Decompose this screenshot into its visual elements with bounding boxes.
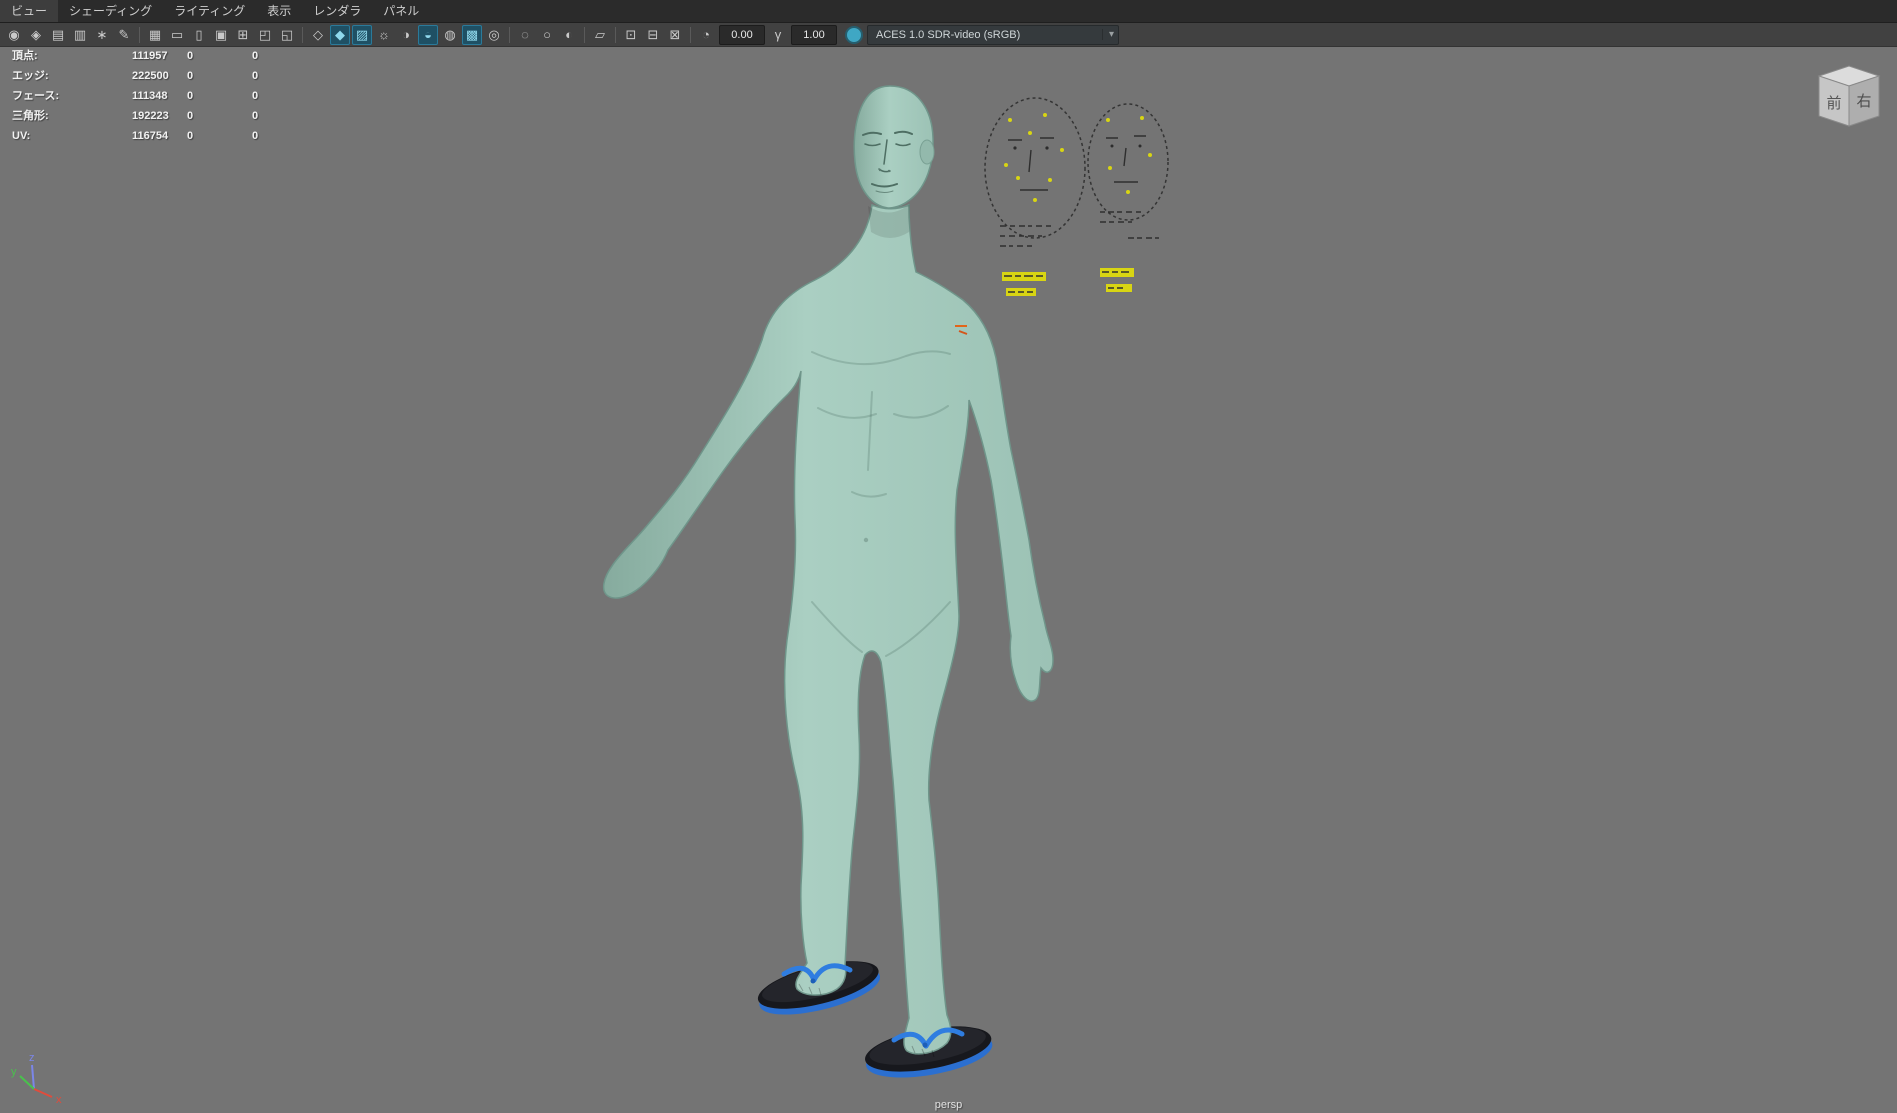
hud-label: UV: [12,130,132,143]
lock-camera-icon[interactable]: ◈ [26,25,46,45]
view-cube[interactable]: 前 右 [1797,58,1893,142]
hud-total: 111957 [132,50,187,63]
shaded-icon[interactable]: ◆ [330,25,350,45]
hud-col1: 0 [187,50,252,63]
axis-gizmo: z y x [8,1049,78,1105]
hud-col1: 0 [187,110,252,123]
color-management-icon[interactable] [845,26,863,44]
chevron-down-icon: ▾ [1102,29,1114,40]
model-head [854,86,934,208]
view-cube-right-label: 右 [1856,93,1871,110]
hud-label: 三角形: [12,110,132,123]
face-wireframe-chart-1 [985,98,1085,296]
exposure-icon[interactable]: ◔ [696,25,716,45]
face-wireframe-chart-2 [1088,104,1168,292]
motion-blur-icon[interactable]: ◍ [440,25,460,45]
menu-show[interactable]: 表示 [256,0,302,22]
film-gate-icon[interactable]: ▭ [167,25,187,45]
toolbar-separator [615,27,616,43]
hud-col2: 0 [252,130,312,143]
exposure-field[interactable] [719,25,765,45]
safe-title-icon[interactable]: ◱ [277,25,297,45]
pan-zoom-icon[interactable]: ∗ [92,25,112,45]
gamma-icon[interactable]: γ [768,25,788,45]
toolbar-separator [302,27,303,43]
toolbar-separator [584,27,585,43]
camera-name-label: persp [0,1099,1897,1111]
paste-buffer-icon[interactable]: ⊠ [665,25,685,45]
hud-label: フェース: [12,90,132,103]
axis-y-label: y [11,1066,17,1078]
menu-panels[interactable]: パネル [372,0,430,22]
textured-icon[interactable]: ▨ [352,25,372,45]
gamma-field[interactable] [791,25,837,45]
xray-icon[interactable]: ○ [537,25,557,45]
copy-buffer-icon[interactable]: ⊟ [643,25,663,45]
grease-pencil-icon[interactable]: ✎ [114,25,134,45]
view-cube-front-label: 前 [1826,95,1841,112]
hud-total: 192223 [132,110,187,123]
grid-icon[interactable]: ▦ [145,25,165,45]
hud-col2: 0 [252,90,312,103]
menu-lighting[interactable]: ライティング [163,0,256,22]
multisample-icon[interactable]: ▩ [462,25,482,45]
hud-total: 222500 [132,70,187,83]
ssao-icon[interactable]: ◒ [418,25,438,45]
xray-joints-icon[interactable]: ◐ [559,25,579,45]
human-model[interactable] [604,86,1053,1057]
menu-shading[interactable]: シェーディング [58,0,163,22]
select-camera-icon[interactable]: ◉ [4,25,24,45]
camera-bookmarks-icon[interactable]: ▥ [70,25,90,45]
wireframe-icon[interactable]: ◇ [308,25,328,45]
panel-toolbar: ◉◈▤▥∗✎ ▦▭▯▣⊞◰◱ ◇◆▨☼◑◒◍▩◎ ◌○◐ ▱ ⊡⊟⊠ ◔ γ ACES 1.… [0,23,1897,47]
view-transform-dropdown[interactable]: ACES 1.0 SDR-video (sRGB) ▾ [867,25,1119,45]
hud-col2: 0 [252,110,312,123]
hud-label: 頂点: [12,50,132,63]
toolbar-separator [509,27,510,43]
resolution-gate-icon[interactable]: ▯ [189,25,209,45]
toolbar-separator [690,27,691,43]
image-plane-icon[interactable]: ▤ [48,25,68,45]
maya-viewport-window: ビュー シェーディング ライティング 表示 レンダラ パネル ◉◈▤▥∗✎ ▦▭▯… [0,0,1897,1113]
hud-col2: 0 [252,70,312,83]
safe-action-icon[interactable]: ◰ [255,25,275,45]
hud-col1: 0 [187,90,252,103]
poly-count-hud: 頂点: 111957 0 0 エッジ: 222500 0 0 フェース: 111… [12,50,312,143]
isolate-select-icon[interactable]: ◌ [515,25,535,45]
axis-z-label: z [29,1052,35,1064]
hud-total: 111348 [132,90,187,103]
hud-col1: 0 [187,130,252,143]
plane-icon[interactable]: ▱ [590,25,610,45]
toolbar-separator [139,27,140,43]
view-transform-value: ACES 1.0 SDR-video (sRGB) [876,29,1020,41]
hud-col1: 0 [187,70,252,83]
use-all-lights-icon[interactable]: ☼ [374,25,394,45]
field-chart-icon[interactable]: ⊞ [233,25,253,45]
viewport-canvas[interactable] [0,0,1897,1113]
shadows-icon[interactable]: ◑ [396,25,416,45]
hud-label: エッジ: [12,70,132,83]
gate-mask-icon[interactable]: ▣ [211,25,231,45]
hud-total: 116754 [132,130,187,143]
hud-col2: 0 [252,50,312,63]
panel-menubar: ビュー シェーディング ライティング 表示 レンダラ パネル [0,0,1897,23]
menu-view[interactable]: ビュー [0,0,58,22]
menu-renderer[interactable]: レンダラ [302,0,372,22]
depth-of-field-icon[interactable]: ◎ [484,25,504,45]
snapshot-icon[interactable]: ⊡ [621,25,641,45]
